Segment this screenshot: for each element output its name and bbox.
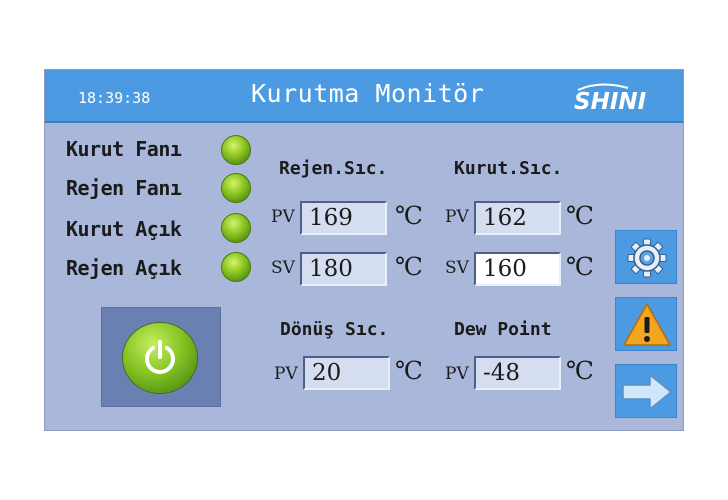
dew-pv-unit: ℃ [566,356,594,385]
next-page-button[interactable] [615,364,677,418]
donus-pv-value: 20 [303,356,390,390]
status-label-rejen-fan: Rejen Fanı [66,176,182,200]
donus-pv-label: PV [274,364,298,384]
rejen-sv-input[interactable]: 180 [300,252,387,286]
kurut-acik-indicator-icon [221,213,251,243]
status-label-kurut-fan: Kurut Fanı [66,137,182,161]
settings-button[interactable] [615,230,677,284]
donus-sic-title: Dönüş Sıc. [280,319,389,340]
dew-point-title: Dew Point [454,319,552,340]
rejen-pv-label: PV [271,207,295,227]
kurut-fan-indicator-icon [221,135,251,165]
rejen-fan-indicator-icon [221,173,251,203]
arrow-right-icon [622,374,672,410]
rejen-pv-value: 169 [300,201,387,235]
header-bar: 18:39:38 Kurutma Monitör SHINI [45,70,683,123]
power-button[interactable] [123,323,197,393]
kurut-sv-unit: ℃ [566,252,594,281]
power-button-frame [101,307,221,407]
rejen-acik-indicator-icon [221,252,251,282]
warning-icon [623,303,671,346]
kurut-sv-label: SV [445,258,469,278]
kurut-pv-unit: ℃ [566,201,594,230]
gear-icon [627,238,667,278]
rejen-sv-label: SV [271,258,295,278]
rejen-pv-unit: ℃ [395,201,423,230]
dew-pv-label: PV [445,364,469,384]
kurut-sic-title: Kurut.Sıc. [454,158,563,179]
page-title: Kurutma Monitör [251,79,485,108]
kurut-pv-value: 162 [474,201,561,235]
status-label-kurut-acik: Kurut Açık [66,217,182,241]
kurut-pv-label: PV [445,207,469,227]
shini-logo: SHINI [570,82,672,115]
rejen-sv-unit: ℃ [395,252,423,281]
status-label-rejen-acik: Rejen Açık [66,256,182,280]
donus-pv-unit: ℃ [395,356,423,385]
kurut-sv-input[interactable]: 160 [474,252,561,286]
dew-pv-value: -48 [474,356,561,390]
rejen-sic-title: Rejen.Sıc. [279,158,388,179]
clock: 18:39:38 [78,89,151,107]
logo-text: SHINI [574,89,647,114]
alarm-button[interactable] [615,297,677,351]
power-icon [145,340,175,374]
monitor-panel: 18:39:38 Kurutma Monitör SHINI Kurut Fan… [44,69,684,431]
